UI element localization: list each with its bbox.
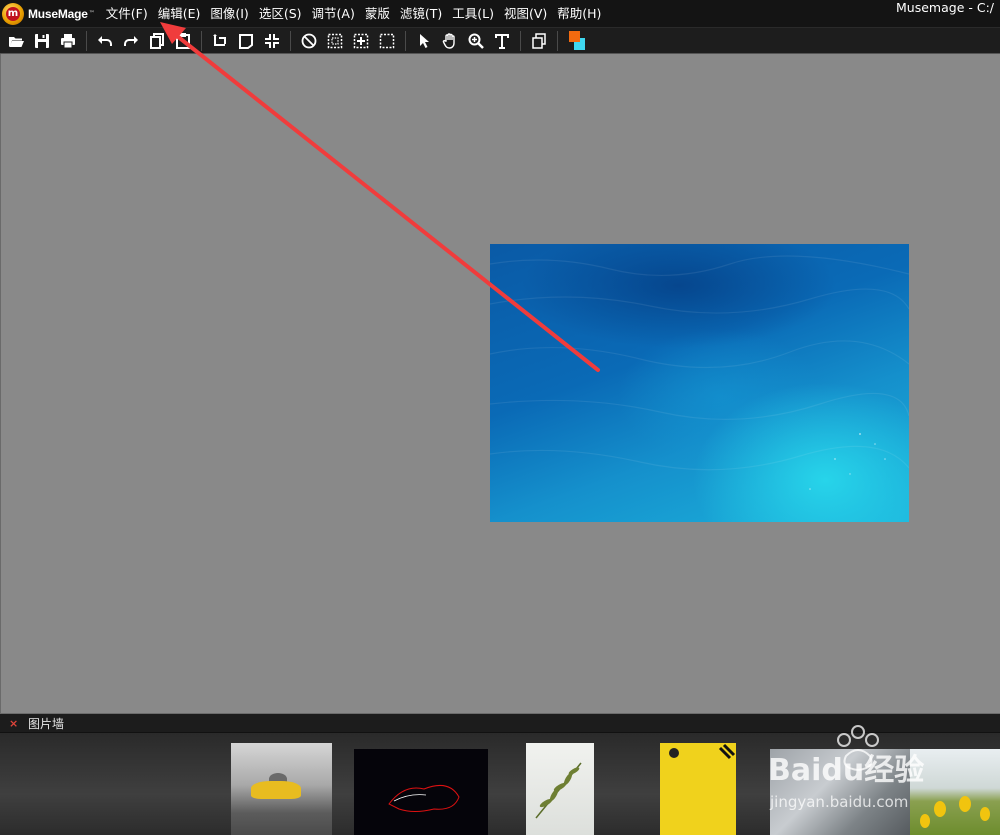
save-icon[interactable] bbox=[29, 29, 55, 53]
musemage-logo-icon: m bbox=[2, 2, 24, 25]
close-icon[interactable]: × bbox=[9, 717, 21, 730]
text-icon[interactable] bbox=[489, 29, 515, 53]
toolbar bbox=[0, 27, 1000, 54]
foreground-color-swatch[interactable] bbox=[569, 30, 580, 42]
layers-icon[interactable] bbox=[526, 29, 552, 53]
thumbnail-yellow-poster[interactable] bbox=[660, 743, 736, 835]
photowall-header: × 图片墙 bbox=[0, 713, 1000, 732]
canvas-area[interactable] bbox=[0, 54, 1000, 713]
zoom-icon[interactable] bbox=[463, 29, 489, 53]
ocean-image[interactable] bbox=[490, 244, 909, 522]
toolbar-divider bbox=[86, 30, 87, 51]
thumbnail-tulips[interactable] bbox=[910, 749, 1000, 835]
menu-selection[interactable]: 选区(S) bbox=[254, 0, 307, 27]
toolbar-divider bbox=[520, 30, 521, 51]
photowall-strip bbox=[0, 732, 1000, 835]
menu-filter[interactable]: 滤镜(T) bbox=[395, 0, 447, 27]
select-move-icon[interactable] bbox=[348, 29, 374, 53]
redo-icon[interactable] bbox=[118, 29, 144, 53]
print-icon[interactable] bbox=[55, 29, 81, 53]
toolbar-divider bbox=[290, 30, 291, 51]
thumbnail-foggy-hat[interactable] bbox=[231, 743, 332, 835]
menu-tools[interactable]: 工具(L) bbox=[447, 0, 499, 27]
photowall-title: 图片墙 bbox=[28, 716, 65, 731]
hand-icon[interactable] bbox=[437, 29, 463, 53]
toolbar-divider bbox=[405, 30, 406, 51]
menu-image[interactable]: 图像(I) bbox=[205, 0, 253, 27]
menu-view[interactable]: 视图(V) bbox=[499, 0, 552, 27]
crop-icon[interactable] bbox=[233, 29, 259, 53]
undo-icon[interactable] bbox=[92, 29, 118, 53]
paste-icon[interactable] bbox=[170, 29, 196, 53]
toolbar-divider bbox=[201, 30, 202, 51]
window-title: Musemage - C:/ bbox=[896, 0, 994, 15]
toolbar-divider bbox=[557, 30, 558, 51]
thumbnail-fern[interactable] bbox=[526, 743, 594, 835]
menu-adjust[interactable]: 调节(A) bbox=[307, 0, 360, 27]
logo-trademark: ™ bbox=[88, 10, 95, 17]
fit-icon[interactable] bbox=[259, 29, 285, 53]
menu-help[interactable]: 帮助(H) bbox=[552, 0, 606, 27]
cancel-selection-icon[interactable] bbox=[296, 29, 322, 53]
select-rect-icon[interactable] bbox=[322, 29, 348, 53]
menu-bar: m MuseMage ™ 文件(F) 编辑(E) 图像(I) 选区(S) 调节(A… bbox=[0, 0, 1000, 27]
water-texture bbox=[490, 255, 909, 490]
menu-file[interactable]: 文件(F) bbox=[101, 0, 153, 27]
rotate-icon[interactable] bbox=[207, 29, 233, 53]
menu-edit[interactable]: 编辑(E) bbox=[153, 0, 206, 27]
thumbnail-room[interactable] bbox=[770, 749, 910, 835]
open-folder-icon[interactable] bbox=[3, 29, 29, 53]
logo-text: MuseMage bbox=[28, 6, 88, 21]
copy-icon[interactable] bbox=[144, 29, 170, 53]
app-logo: m MuseMage ™ bbox=[0, 0, 95, 27]
thumbnail-line-art[interactable] bbox=[354, 749, 488, 835]
select-invert-icon[interactable] bbox=[374, 29, 400, 53]
pointer-icon[interactable] bbox=[411, 29, 437, 53]
color-swatch[interactable] bbox=[563, 29, 589, 53]
menu-mask[interactable]: 蒙版 bbox=[360, 0, 395, 27]
